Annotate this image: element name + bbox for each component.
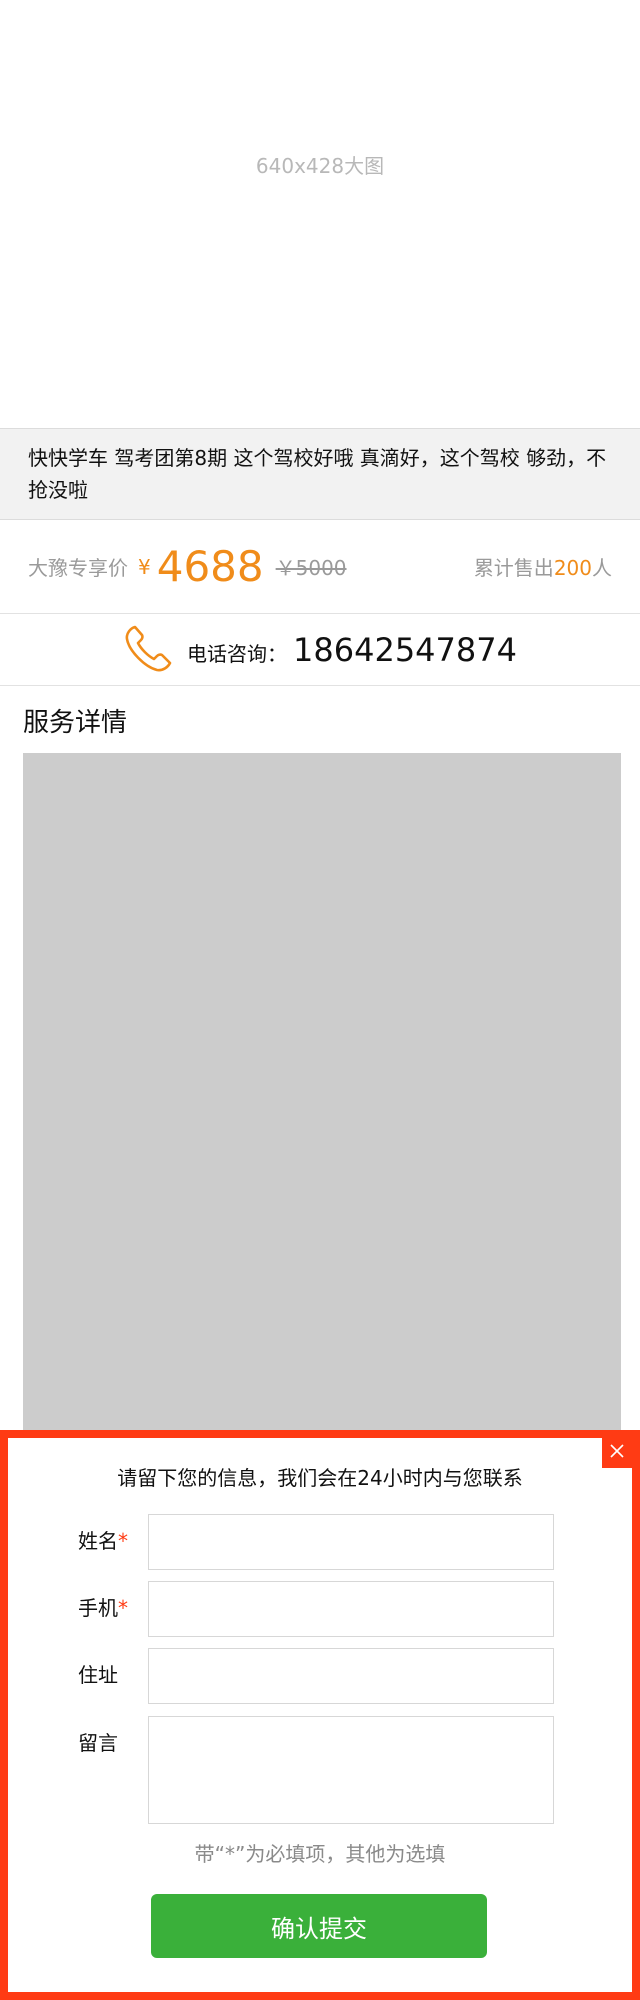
address-input[interactable] bbox=[148, 1648, 554, 1704]
name-input[interactable] bbox=[148, 1514, 554, 1570]
required-mark: * bbox=[118, 1529, 128, 1553]
message-textarea[interactable] bbox=[148, 1716, 554, 1824]
form-row-message: 留言 bbox=[78, 1716, 568, 1824]
name-label: 姓名* bbox=[78, 1529, 128, 1553]
submit-button[interactable]: 确认提交 bbox=[151, 1894, 487, 1958]
sold-count-text: 累计售出200人 bbox=[474, 552, 612, 581]
price-label: 大豫专享价 bbox=[28, 556, 128, 580]
form-heading: 请留下您的信息，我们会在24小时内与您联系 bbox=[117, 1466, 523, 1490]
form-row-phone: 手机* bbox=[78, 1581, 568, 1637]
close-icon bbox=[609, 1443, 625, 1463]
currency-symbol: ¥ bbox=[138, 554, 151, 579]
phone-field-label: 手机* bbox=[78, 1596, 128, 1620]
hero-image-placeholder: 640x428大图 bbox=[0, 0, 640, 428]
product-title: 快快学车 驾考团第8期 这个驾校好哦 真滴好，这个驾校 够劲，不抢没啦 bbox=[28, 446, 607, 502]
service-section-title: 服务详情 bbox=[23, 708, 128, 738]
address-label: 住址 bbox=[78, 1663, 118, 1687]
phone-number[interactable]: 18642547874 bbox=[293, 631, 517, 669]
message-label: 留言 bbox=[78, 1731, 118, 1755]
hero-placeholder-text: 640x428大图 bbox=[255, 153, 385, 178]
service-detail-image bbox=[23, 753, 621, 1453]
product-title-bar: 快快学车 驾考团第8期 这个驾校好哦 真滴好，这个驾校 够劲，不抢没啦 bbox=[0, 428, 640, 520]
price-row: 大豫专享价 ¥ 4688 ￥5000 累计售出200人 bbox=[0, 520, 640, 614]
original-price: ￥5000 bbox=[275, 556, 347, 580]
current-price: 4688 bbox=[156, 541, 264, 591]
phone-icon bbox=[123, 622, 187, 678]
sold-prefix: 累计售出 bbox=[473, 556, 554, 580]
phone-consult-row[interactable]: 电话咨询： 18642547874 bbox=[0, 614, 640, 686]
phone-label: 电话咨询： bbox=[187, 642, 288, 666]
contact-form-modal: 请留下您的信息，我们会在24小时内与您联系 姓名* 手机* 住址 留言 带“*”… bbox=[0, 1430, 640, 2000]
phone-input[interactable] bbox=[148, 1581, 554, 1637]
form-hint: 带“*”为必填项，其他为选填 bbox=[194, 1842, 446, 1866]
form-row-name: 姓名* bbox=[78, 1514, 568, 1570]
sold-count: 200 bbox=[553, 556, 592, 580]
form-row-address: 住址 bbox=[78, 1648, 568, 1704]
required-mark: * bbox=[118, 1596, 128, 1620]
sold-suffix: 人 bbox=[592, 556, 612, 580]
